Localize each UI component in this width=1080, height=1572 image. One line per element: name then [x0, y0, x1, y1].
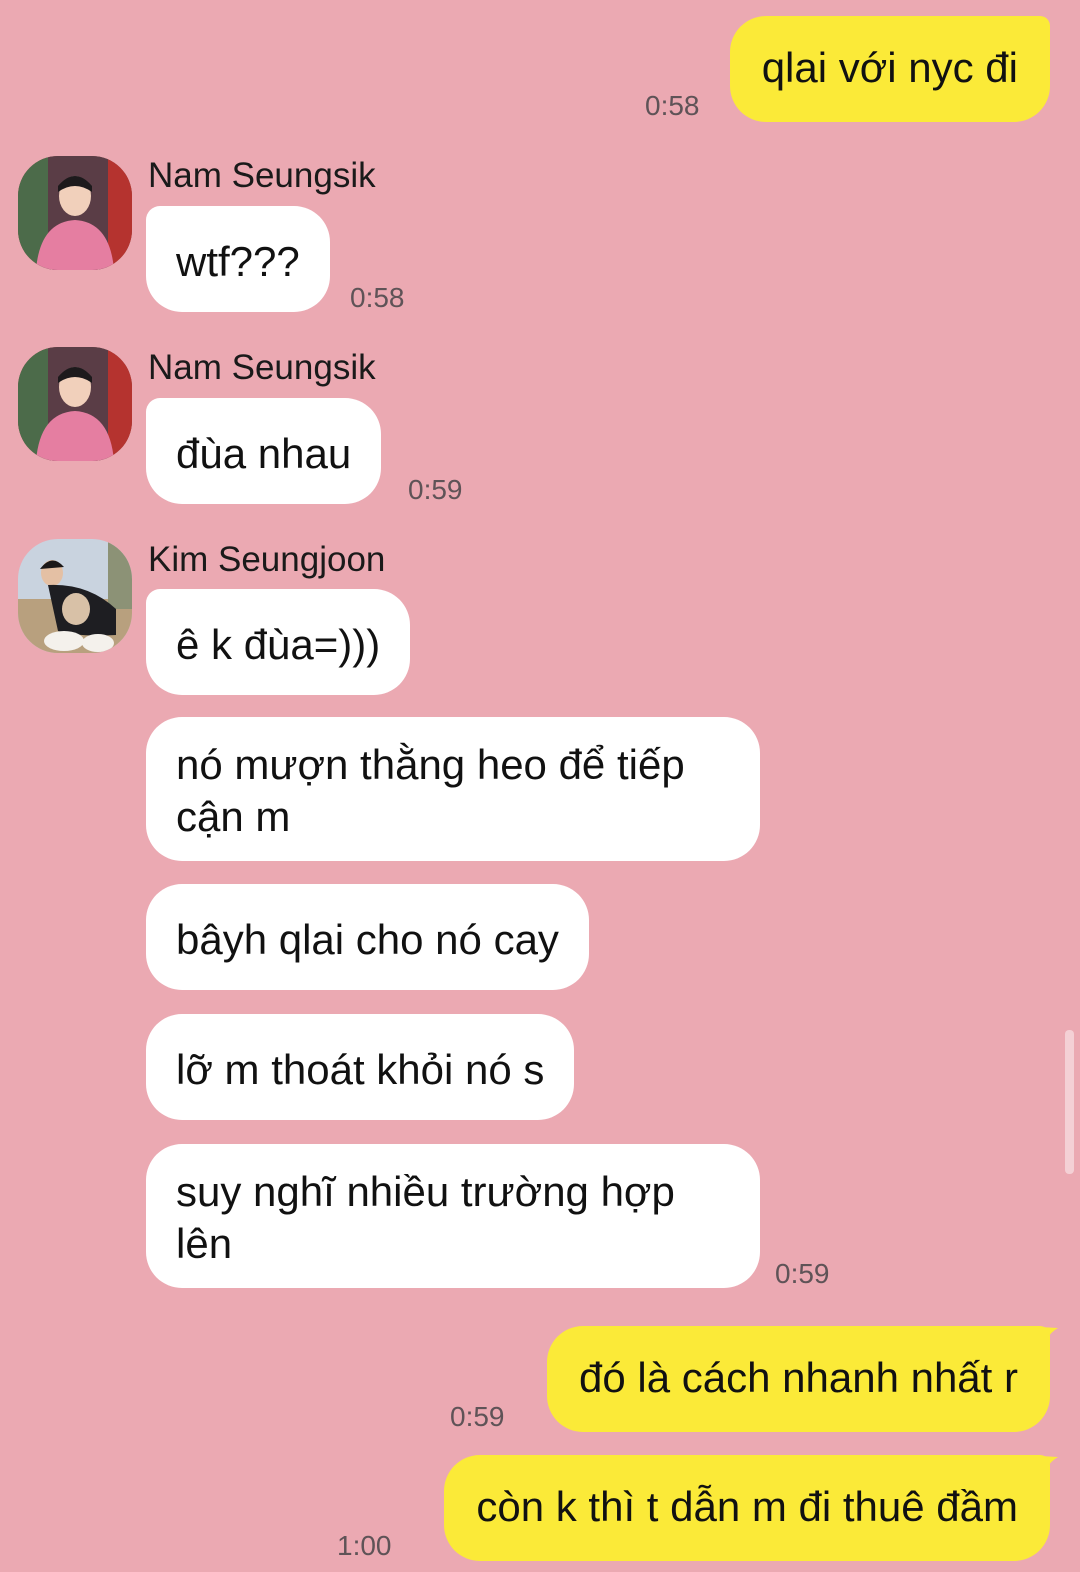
- avatar-nam-seungsik-icon: [18, 347, 132, 461]
- message-bubble-incoming[interactable]: đùa nhau: [146, 398, 382, 504]
- message-bubble-incoming[interactable]: ê k đùa=))): [146, 589, 411, 695]
- message-time: 0:58: [350, 282, 405, 313]
- message-bubble-outgoing[interactable]: còn k thì t dẫn m đi thuê đầm: [444, 1455, 1050, 1561]
- message-bubble-outgoing[interactable]: qlai với nyc đi: [729, 16, 1050, 122]
- message-bubble-incoming[interactable]: bâyh qlai cho nó cay: [146, 884, 589, 990]
- message-bubble-incoming[interactable]: nó mượn thằng heo để tiếp cận m: [146, 717, 760, 861]
- sender-name: Kim Seungjoon: [148, 540, 386, 579]
- message-time: 1:00: [337, 1530, 392, 1561]
- message-time: 0:59: [450, 1401, 505, 1432]
- sender-name: Nam Seungsik: [148, 156, 376, 195]
- message-bubble-incoming[interactable]: suy nghĩ nhiều trường hợp lên: [146, 1144, 760, 1288]
- message-bubble-incoming[interactable]: lỡ m thoát khỏi nó s: [146, 1014, 575, 1120]
- avatar[interactable]: [18, 156, 132, 270]
- chat-area[interactable]: qlai với nyc đi 0:58 Nam Seungsik wtf???…: [0, 0, 1080, 1572]
- message-time: 0:58: [645, 90, 700, 121]
- scrollbar[interactable]: [1065, 1030, 1074, 1174]
- message-time: 0:59: [775, 1258, 830, 1289]
- avatar[interactable]: [18, 539, 132, 653]
- avatar[interactable]: [18, 347, 132, 461]
- avatar-nam-seungsik-icon: [18, 156, 132, 270]
- avatar-kim-seungjoon-icon: [18, 539, 132, 653]
- message-bubble-incoming[interactable]: wtf???: [146, 206, 330, 312]
- message-bubble-outgoing[interactable]: đó là cách nhanh nhất r: [547, 1326, 1050, 1432]
- message-time: 0:59: [408, 474, 463, 505]
- sender-name: Nam Seungsik: [148, 348, 376, 387]
